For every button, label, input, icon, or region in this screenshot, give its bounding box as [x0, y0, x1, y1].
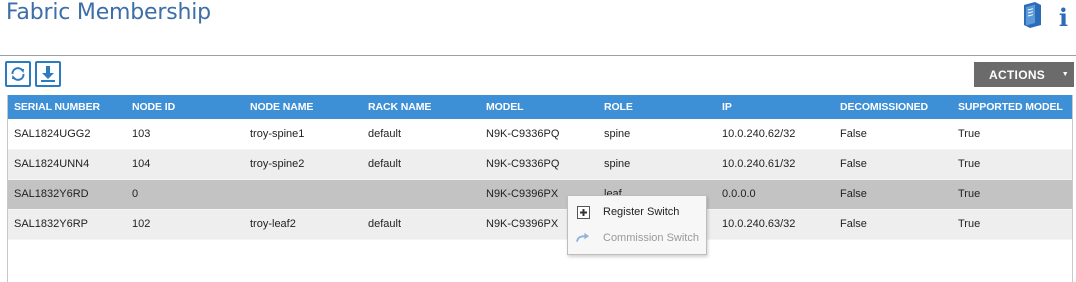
column-header-model[interactable]: MODEL — [480, 95, 598, 119]
cell-decomissioned: False — [834, 119, 952, 150]
cell-serial-number: SAL1824UGG2 — [8, 119, 126, 150]
add-box-icon — [576, 205, 590, 219]
cell-node-name — [244, 179, 362, 210]
cell-supported-model: True — [952, 179, 1072, 210]
column-header-supported-model[interactable]: SUPPORTED MODEL — [952, 95, 1072, 119]
cell-supported-model: True — [952, 149, 1072, 180]
cell-decomissioned: False — [834, 209, 952, 240]
download-icon — [41, 66, 55, 82]
fabric-membership-table: SERIAL NUMBER NODE ID NODE NAME RACK NAM… — [8, 95, 1072, 240]
refresh-button[interactable] — [5, 61, 31, 87]
cell-decomissioned: False — [834, 149, 952, 180]
header-icons: i — [1021, 2, 1068, 33]
table-row[interactable]: SAL1824UGG2 103 troy-spine1 default N9K-… — [8, 119, 1072, 150]
cell-decomissioned: False — [834, 179, 952, 210]
register-switch-menu-item[interactable]: Register Switch — [568, 199, 706, 225]
column-header-serial-number[interactable]: SERIAL NUMBER — [8, 95, 126, 119]
cell-serial-number: SAL1832Y6RD — [8, 179, 126, 210]
cell-node-id: 0 — [126, 179, 244, 210]
column-header-node-id[interactable]: NODE ID — [126, 95, 244, 119]
commission-switch-label: Commission Switch — [603, 232, 699, 244]
cell-role: spine — [598, 119, 716, 150]
header-divider — [0, 55, 1076, 56]
info-icon[interactable]: i — [1059, 4, 1068, 31]
cell-node-name: troy-spine1 — [244, 119, 362, 150]
column-header-ip[interactable]: IP — [716, 95, 834, 119]
download-button[interactable] — [35, 61, 61, 87]
cell-rack-name: default — [362, 149, 480, 180]
cell-rack-name: default — [362, 119, 480, 150]
help-book-icon[interactable] — [1021, 2, 1045, 33]
cell-serial-number: SAL1832Y6RP — [8, 209, 126, 240]
cell-model: N9K-C9336PQ — [480, 149, 598, 180]
column-header-rack-name[interactable]: RACK NAME — [362, 95, 480, 119]
cell-supported-model: True — [952, 209, 1072, 240]
table-row[interactable]: SAL1832Y6RP 102 troy-leaf2 default N9K-C… — [8, 209, 1072, 240]
commission-switch-menu-item[interactable]: Commission Switch — [568, 225, 706, 251]
register-switch-label: Register Switch — [603, 206, 680, 218]
cell-ip: 10.0.240.63/32 — [716, 209, 834, 240]
cell-node-id: 102 — [126, 209, 244, 240]
table-row-selected[interactable]: SAL1832Y6RD 0 N9K-C9396PX leaf 0.0.0.0 F… — [8, 179, 1072, 210]
cell-node-name: troy-leaf2 — [244, 209, 362, 240]
actions-button[interactable]: ACTIONS ▼ — [974, 62, 1074, 87]
cell-node-id: 104 — [126, 149, 244, 180]
chevron-down-icon: ▼ — [1061, 71, 1069, 78]
column-header-role[interactable]: ROLE — [598, 95, 716, 119]
table-row[interactable]: SAL1824UNN4 104 troy-spine2 default N9K-… — [8, 149, 1072, 180]
cell-node-name: troy-spine2 — [244, 149, 362, 180]
cell-ip: 10.0.240.61/32 — [716, 149, 834, 180]
cell-supported-model: True — [952, 119, 1072, 150]
cell-role: spine — [598, 149, 716, 180]
cell-rack-name — [362, 179, 480, 210]
cell-rack-name: default — [362, 209, 480, 240]
column-header-node-name[interactable]: NODE NAME — [244, 95, 362, 119]
actions-label: ACTIONS — [989, 67, 1046, 82]
context-menu: Register Switch Commission Switch — [567, 195, 707, 255]
refresh-icon — [11, 67, 25, 81]
cell-serial-number: SAL1824UNN4 — [8, 149, 126, 180]
cell-node-id: 103 — [126, 119, 244, 150]
page-title: Fabric Membership — [6, 0, 211, 25]
cell-ip: 10.0.240.62/32 — [716, 119, 834, 150]
forward-arrow-icon — [576, 231, 590, 245]
table-header-row: SERIAL NUMBER NODE ID NODE NAME RACK NAM… — [8, 95, 1072, 119]
cell-ip: 0.0.0.0 — [716, 179, 834, 210]
column-header-decomissioned[interactable]: DECOMISSIONED — [834, 95, 952, 119]
cell-model: N9K-C9336PQ — [480, 119, 598, 150]
